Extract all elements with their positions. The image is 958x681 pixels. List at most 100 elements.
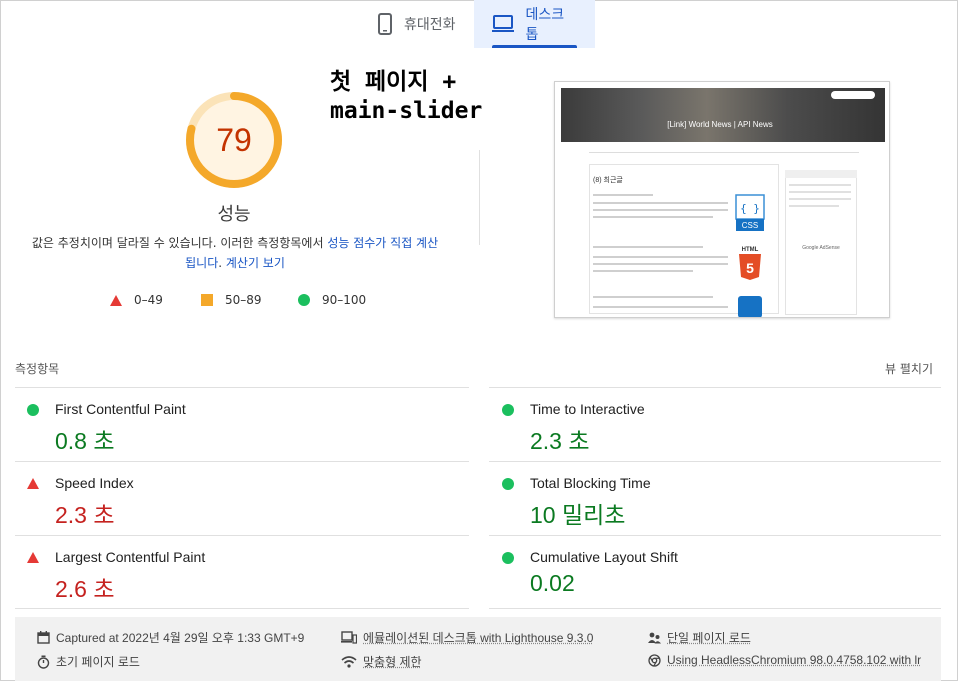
- orange-square-icon: [201, 294, 213, 306]
- preview-nav-line: [589, 152, 859, 153]
- metric-value: 0.02: [530, 570, 575, 596]
- preview-text-line: [789, 191, 851, 193]
- svg-text:CSS: CSS: [742, 221, 758, 230]
- legend-label-average: 50–89: [225, 293, 262, 307]
- html5-logo-icon: HTML 5: [739, 247, 761, 280]
- svg-text:HTML: HTML: [742, 247, 759, 253]
- preview-text-line: [789, 184, 851, 186]
- overlay-title: 첫 페이지 + main-slider: [330, 68, 482, 126]
- preview-section-heading: (8) 최근글: [593, 177, 623, 184]
- footer-emulated-text: 에뮬레이션된 데스크톱 with Lighthouse 9.3.0: [363, 631, 594, 645]
- footer-captured: Captured at 2022년 4월 29일 오후 1:33 GMT+9: [37, 629, 304, 646]
- pass-circle-icon: [502, 552, 514, 564]
- footer-initial-load-text: 초기 페이지 로드: [56, 655, 140, 669]
- score-description: 값은 추정치이며 달라질 수 있습니다. 이러한 측정항목에서 성능 점수가 직…: [30, 233, 440, 273]
- vertical-divider: [479, 150, 480, 245]
- overlay-title-line2: main-slider: [330, 98, 483, 124]
- chrome-icon: [648, 653, 661, 667]
- metric-total-blocking-time: Total Blocking Time 10 밀리초: [490, 462, 930, 536]
- runtime-settings-footer: Captured at 2022년 4월 29일 오후 1:33 GMT+9 에…: [15, 617, 941, 681]
- metric-title: First Contentful Paint: [55, 401, 186, 417]
- pass-circle-icon: [502, 478, 514, 490]
- fail-triangle-icon: [27, 552, 39, 563]
- legend-label-fail: 0–49: [134, 293, 163, 307]
- preview-blue-logo: [738, 296, 762, 317]
- preview-text-line: [593, 194, 653, 196]
- pass-circle-icon: [502, 404, 514, 416]
- description-middle: .: [218, 256, 226, 270]
- preview-text-line: [593, 306, 728, 308]
- metric-speed-index: Speed Index 2.3 초: [15, 462, 455, 536]
- footer-single-page[interactable]: 단일 페이지 로드: [648, 629, 751, 646]
- final-screenshot-preview[interactable]: [Link] World News | API News (8) 최근글 { }…: [554, 81, 890, 318]
- preview-text-line: [593, 296, 713, 298]
- metrics-title: 측정항목: [15, 362, 60, 376]
- calendar-icon: [37, 631, 50, 644]
- metric-largest-contentful-paint: Largest Contentful Paint 2.6 초: [15, 536, 455, 610]
- preview-text-line: [789, 198, 851, 200]
- green-circle-icon: [298, 294, 310, 306]
- wifi-icon: [341, 655, 357, 668]
- overlay-title-line1: 첫 페이지 +: [330, 69, 457, 95]
- metric-title: Speed Index: [55, 475, 134, 491]
- metric-cumulative-layout-shift: Cumulative Layout Shift 0.02: [490, 536, 930, 610]
- metric-value: 2.3 초: [530, 428, 590, 454]
- preview-text-line: [593, 263, 728, 265]
- tab-desktop-label: 데스크톱: [525, 7, 565, 43]
- footer-browser-text: Using HeadlessChromium 98.0.4758.102 wit…: [667, 653, 922, 667]
- preview-text-line: [593, 216, 713, 218]
- metric-first-contentful-paint: First Contentful Paint 0.8 초: [15, 388, 455, 462]
- calculator-link[interactable]: 계산기 보기: [226, 256, 285, 270]
- device-tabs: 휴대전화 데스크톱: [360, 0, 595, 48]
- metric-value: 0.8 초: [55, 428, 115, 454]
- preview-main-panel: [589, 164, 779, 314]
- preview-ad-label: Google AdSense: [802, 245, 840, 251]
- preview-text-line: [593, 270, 693, 272]
- tab-mobile-label: 휴대전화: [404, 17, 456, 33]
- tab-desktop[interactable]: 데스크톱: [473, 0, 595, 48]
- footer-emulated[interactable]: 에뮬레이션된 데스크톱 with Lighthouse 9.3.0: [341, 629, 593, 646]
- metric-value: 2.3 초: [55, 502, 115, 528]
- footer-throttling-text: 맞춤형 제한: [363, 655, 422, 669]
- preview-text-line: [593, 256, 728, 258]
- preview-text-line: [593, 209, 728, 211]
- people-icon: [648, 631, 661, 644]
- footer-initial-load: 초기 페이지 로드: [37, 653, 140, 670]
- metric-value: 2.6 초: [55, 576, 115, 602]
- svg-text:5: 5: [746, 260, 754, 276]
- css-logo-icon: { } CSS: [735, 194, 765, 231]
- preview-sidebar-header: [785, 170, 857, 178]
- legend-item-average: 50–89: [201, 293, 262, 307]
- legend-label-pass: 90–100: [322, 293, 367, 307]
- metric-title: Largest Contentful Paint: [55, 549, 206, 565]
- desktop-icon: [491, 15, 514, 33]
- stopwatch-icon: [37, 655, 50, 669]
- footer-single-page-text: 단일 페이지 로드: [667, 631, 751, 645]
- metric-title: Time to Interactive: [530, 401, 645, 417]
- devices-icon: [341, 631, 357, 644]
- footer-captured-text: Captured at 2022년 4월 29일 오후 1:33 GMT+9: [56, 631, 305, 645]
- pass-circle-icon: [27, 404, 39, 416]
- preview-text-line: [593, 246, 703, 248]
- smartphone-icon: [378, 13, 392, 35]
- preview-search-box: [831, 91, 875, 99]
- metric-title: Cumulative Layout Shift: [530, 549, 678, 565]
- description-text: 값은 추정치이며 달라질 수 있습니다. 이러한 측정항목에서: [31, 236, 328, 250]
- svg-text:{ }: { }: [740, 202, 760, 215]
- footer-browser[interactable]: Using HeadlessChromium 98.0.4758.102 wit…: [648, 653, 921, 667]
- metric-time-to-interactive: Time to Interactive 2.3 초: [490, 388, 930, 462]
- fail-triangle-icon: [27, 478, 39, 489]
- preview-hero-title: [Link] World News | API News: [667, 120, 773, 129]
- metric-value: 10 밀리초: [530, 502, 626, 528]
- preview-text-line: [593, 202, 728, 204]
- footer-throttling[interactable]: 맞춤형 제한: [341, 653, 422, 670]
- performance-score: 79: [216, 121, 252, 158]
- expand-view-toggle[interactable]: 뷰 펼치기: [885, 360, 933, 377]
- legend-item-pass: 90–100: [298, 293, 366, 307]
- preview-text-line: [789, 205, 839, 207]
- performance-label: 성능: [217, 204, 251, 225]
- legend-item-fail: 0–49: [110, 293, 163, 307]
- tab-mobile[interactable]: 휴대전화: [360, 0, 474, 48]
- metric-title: Total Blocking Time: [530, 475, 651, 491]
- red-triangle-icon: [110, 294, 122, 306]
